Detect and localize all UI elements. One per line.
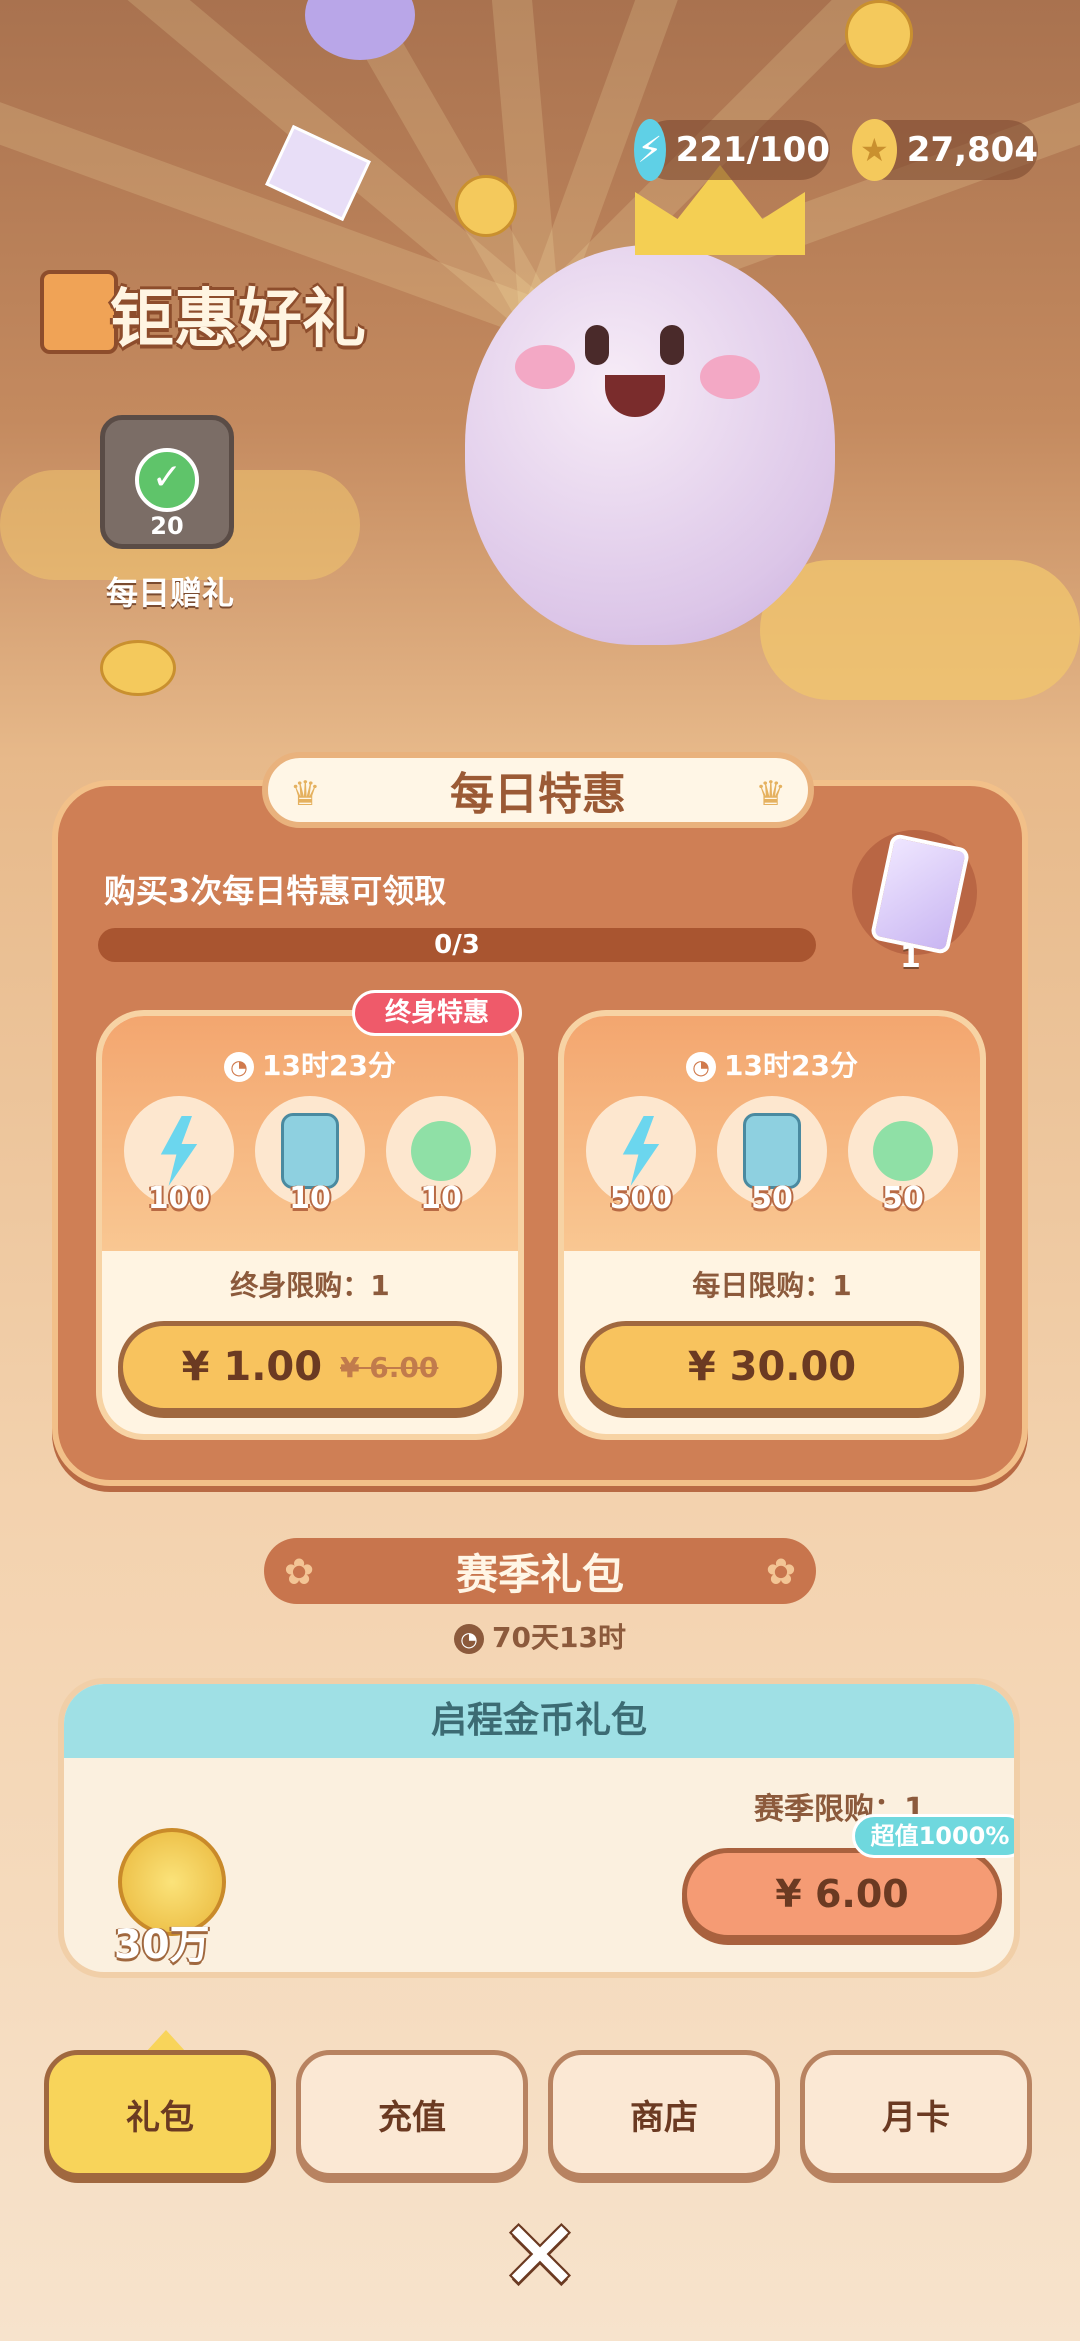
offer-card-lifetime: ◔ 13时23分 100 10 10 终身限购：1 ¥ 1.00 ¥ 6.00 (96, 1010, 524, 1440)
page-title-text: 钜惠好礼 (110, 283, 366, 357)
candy-icon (411, 1121, 471, 1181)
price: ¥ 6.00 (775, 1872, 909, 1916)
lifetime-badge: 终身特惠 (352, 990, 522, 1036)
floating-coin (100, 640, 176, 696)
coin-value: 27,804 (906, 130, 1038, 170)
clock-icon: ◔ (224, 1052, 255, 1082)
reward-item-lightning: 500 (586, 1096, 696, 1216)
mascot-character (465, 165, 835, 645)
offer-timer: ◔ 13时23分 (102, 1044, 518, 1084)
buy-button-daily[interactable]: ¥ 30.00 (580, 1321, 964, 1413)
offer-card-daily: ◔ 13时23分 500 50 50 每日限购：1 ¥ 30.00 (558, 1010, 986, 1440)
buy-button-lifetime[interactable]: ¥ 1.00 ¥ 6.00 (118, 1321, 502, 1413)
daily-gift-label: 每日赠礼 (105, 574, 234, 612)
flower-icon: ✿ (765, 1552, 796, 1593)
page-title: 钜惠好礼 (40, 260, 430, 360)
lightning-icon (160, 1116, 198, 1186)
purchase-progress-bar: 0/3 (98, 928, 816, 962)
offer-timer: ◔ 13时23分 (564, 1044, 980, 1084)
season-pack-card: 启程金币礼包 赛季限购：1 30万 ¥ 6.00 超值1000% (58, 1678, 1020, 1978)
clock-icon: ◔ (686, 1052, 717, 1082)
hero-banner: ⚡ 221/100 ★ 27,804 钜惠好礼 (0, 0, 1080, 760)
reward-item-candy: 10 (386, 1096, 496, 1216)
season-header: ✿ 赛季礼包 ✿ (264, 1538, 816, 1604)
crown-icon: ♛ (755, 774, 786, 814)
crown-icon: ♛ (290, 774, 321, 814)
tab-gift-pack[interactable]: 礼包 (44, 2050, 276, 2178)
coin-icon: ★ (852, 119, 897, 181)
check-icon: ✓ (135, 448, 199, 512)
reward-item-card: 10 (255, 1096, 365, 1216)
reward-item-card: 50 (717, 1096, 827, 1216)
close-button[interactable]: ✕ (492, 2200, 588, 2312)
daily-special-header: ♛ 每日特惠 ♛ (262, 752, 814, 828)
price: ¥ 1.00 (181, 1344, 323, 1390)
coin-amount: 30万 (114, 1922, 210, 1968)
daily-gift-count: 20 (150, 512, 184, 540)
progress-label: 0/3 (434, 930, 480, 960)
lightning-icon: ⚡ (634, 119, 666, 181)
season-pack-title: 启程金币礼包 (64, 1684, 1014, 1758)
coin-counter[interactable]: ★ 27,804 (852, 119, 1038, 181)
daily-gift-button[interactable]: ✓ 20 (100, 415, 234, 549)
floating-coin (845, 0, 913, 68)
active-tab-pointer (146, 2030, 186, 2052)
tab-recharge[interactable]: 充值 (296, 2050, 528, 2178)
card-icon (281, 1113, 339, 1189)
card-icon (743, 1113, 801, 1189)
gift-box-icon (40, 270, 118, 354)
energy-value: 221/100 (675, 130, 830, 170)
candy-icon (873, 1121, 933, 1181)
offer-limit: 每日限购：1 (692, 1269, 852, 1302)
original-price: ¥ 6.00 (340, 1350, 439, 1384)
lightning-icon (622, 1116, 660, 1186)
reward-item-lightning: 100 (124, 1096, 234, 1216)
energy-counter[interactable]: ⚡ 221/100 (634, 119, 830, 181)
offer-limit: 终身限购：1 (230, 1269, 390, 1302)
clock-icon: ◔ (454, 1624, 485, 1654)
season-timer: ◔ 70天13时 (450, 1616, 630, 1656)
tab-shop[interactable]: 商店 (548, 2050, 780, 2178)
season-title: 赛季礼包 (455, 1549, 624, 1599)
reward-item-candy: 50 (848, 1096, 958, 1216)
purchase-requirement: 购买3次每日特惠可领取 (104, 872, 447, 910)
price: ¥ 30.00 (687, 1344, 857, 1390)
reward-count: 1 (900, 940, 921, 975)
floating-coin (455, 175, 517, 237)
tab-monthly-card[interactable]: 月卡 (800, 2050, 1032, 2178)
value-badge: 超值1000% (852, 1814, 1014, 1858)
flower-icon: ✿ (284, 1552, 315, 1593)
coin-pile-right (760, 560, 1080, 700)
daily-special-title: 每日特惠 (450, 769, 626, 820)
buy-button-season[interactable]: ¥ 6.00 (682, 1848, 1002, 1940)
